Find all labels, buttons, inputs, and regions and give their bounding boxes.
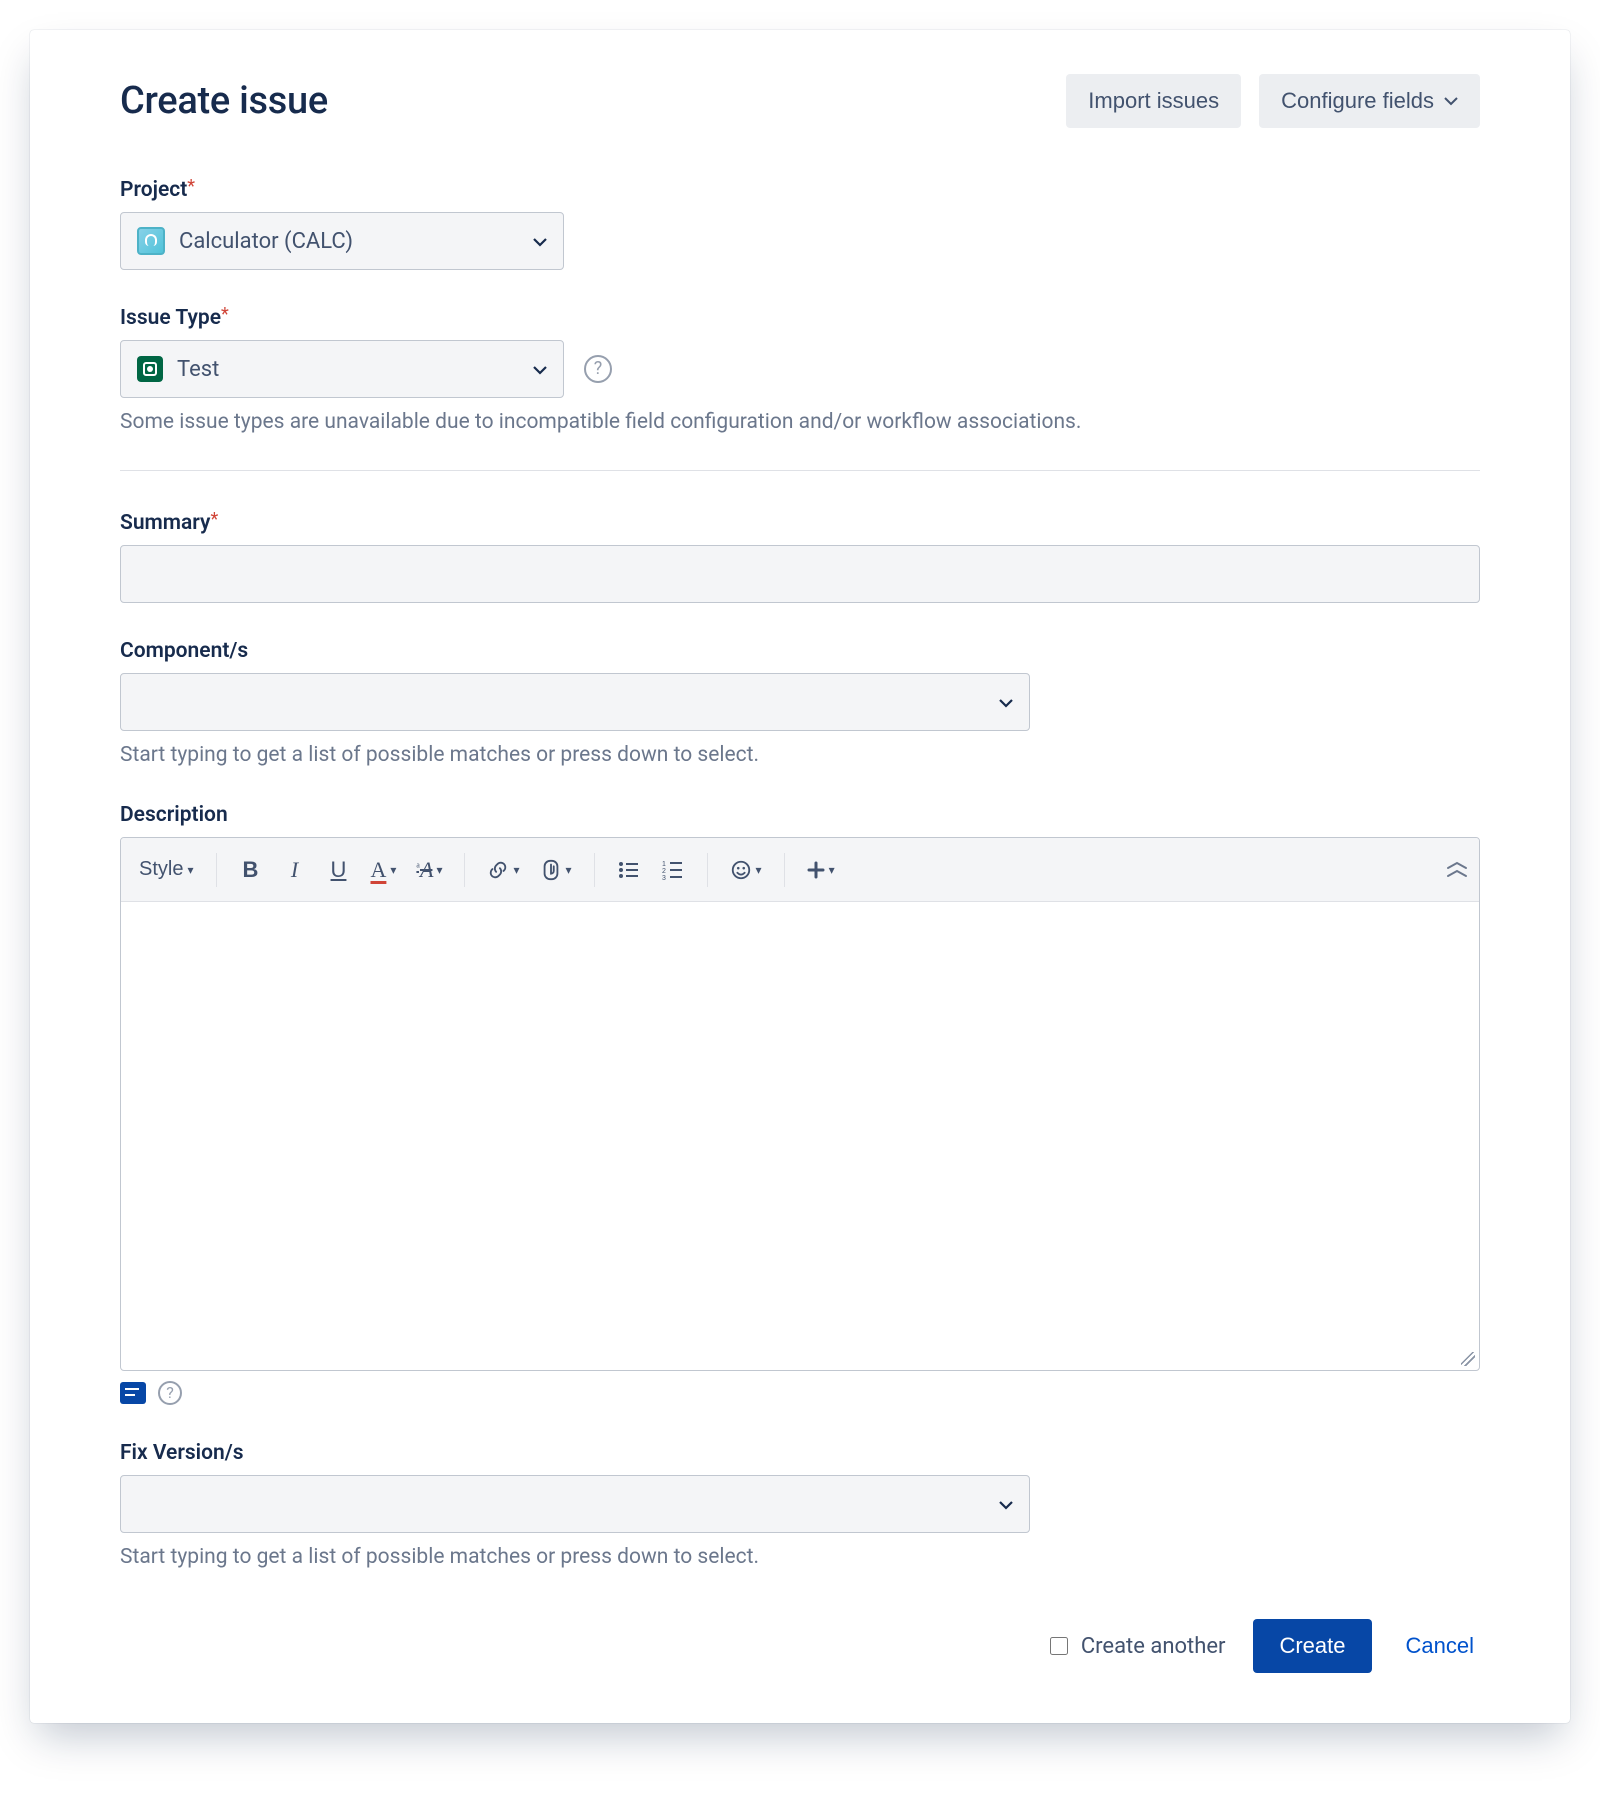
configure-fields-button[interactable]: Configure fields (1259, 74, 1480, 128)
chevron-down-icon (999, 1494, 1013, 1515)
import-issues-label: Import issues (1088, 88, 1219, 114)
separator (464, 853, 465, 887)
description-input[interactable] (121, 902, 1479, 1352)
required-indicator: * (187, 176, 195, 197)
project-field: Project* Calculator (CALC) (120, 178, 1480, 270)
plus-icon (807, 861, 825, 879)
chevron-down-icon (999, 692, 1013, 713)
components-label: Component/s (120, 639, 1480, 663)
rte-style-dropdown[interactable]: Style ▾ (131, 850, 202, 890)
emoji-icon (730, 859, 752, 881)
configure-fields-label: Configure fields (1281, 88, 1434, 114)
create-button[interactable]: Create (1253, 1619, 1371, 1673)
project-avatar-icon (137, 227, 165, 255)
divider (120, 470, 1480, 471)
fix-versions-field: Fix Version/s Start typing to get a list… (120, 1441, 1480, 1569)
dialog-header: Create issue Import issues Configure fie… (120, 74, 1480, 128)
help-icon[interactable]: ? (158, 1381, 182, 1405)
rte-emoji-button[interactable]: ▾ (722, 850, 770, 890)
issue-type-field: Issue Type* Test ? Some issue types are … (120, 306, 1480, 434)
clear-formatting-icon: A (416, 857, 432, 883)
numbered-list-icon: 1 2 3 (662, 860, 684, 880)
rte-insert-more-button[interactable]: ▾ (799, 850, 843, 890)
separator (594, 853, 595, 887)
header-actions: Import issues Configure fields (1066, 74, 1480, 128)
summary-label: Summary* (120, 511, 1480, 535)
chevron-down-icon: ▾ (756, 863, 762, 877)
chevron-down-icon: ▾ (390, 863, 396, 877)
rte-bold-button[interactable]: B (231, 850, 271, 890)
issue-type-select[interactable]: Test (120, 340, 564, 398)
components-field: Component/s Start typing to get a list o… (120, 639, 1480, 767)
attachment-icon (540, 858, 562, 882)
issue-type-hint: Some issue types are unavailable due to … (120, 410, 1480, 434)
required-indicator: * (210, 509, 218, 530)
rte-underline-button[interactable]: U (319, 850, 359, 890)
rte-italic-button[interactable]: I (275, 850, 315, 890)
components-select[interactable] (120, 673, 1030, 731)
chevron-down-icon (533, 359, 547, 380)
project-select[interactable]: Calculator (CALC) (120, 212, 564, 270)
bullet-list-icon (618, 860, 640, 880)
svg-text:3: 3 (662, 875, 666, 882)
chevron-down-icon: ▾ (829, 863, 835, 877)
issue-type-label: Issue Type* (120, 306, 1480, 330)
separator (784, 853, 785, 887)
separator (216, 853, 217, 887)
test-issuetype-icon (137, 356, 163, 382)
link-icon (487, 859, 509, 881)
resize-handle[interactable] (121, 1356, 1479, 1370)
visual-mode-icon[interactable] (120, 1382, 146, 1404)
summary-input[interactable] (120, 545, 1480, 603)
description-field: Description Style ▾ B I (120, 803, 1480, 1405)
chevron-down-icon (1444, 93, 1458, 109)
fix-versions-select[interactable] (120, 1475, 1030, 1533)
project-label: Project* (120, 178, 1480, 202)
rte-link-button[interactable]: ▾ (479, 850, 527, 890)
chevron-down-icon: ▾ (566, 863, 572, 877)
summary-field: Summary* (120, 511, 1480, 603)
chevron-down-icon (533, 231, 547, 252)
fix-versions-hint: Start typing to get a list of possible m… (120, 1545, 1480, 1569)
rich-text-editor: Style ▾ B I U A ▾ (120, 837, 1480, 1371)
description-label: Description (120, 803, 1480, 827)
rte-numbered-list-button[interactable]: 1 2 3 (653, 850, 693, 890)
rte-toolbar: Style ▾ B I U A ▾ (121, 838, 1479, 902)
chevron-down-icon: ▾ (187, 863, 193, 877)
svg-text:2: 2 (662, 868, 666, 875)
dialog-title: Create issue (120, 79, 328, 123)
help-icon[interactable]: ? (584, 355, 612, 383)
rte-clear-formatting-button[interactable]: A ▾ (408, 850, 450, 890)
separator (707, 853, 708, 887)
import-issues-button[interactable]: Import issues (1066, 74, 1241, 128)
rte-bullet-list-button[interactable] (609, 850, 649, 890)
create-another-label: Create another (1081, 1634, 1226, 1659)
svg-text:1: 1 (662, 861, 666, 868)
rte-collapse-toolbar-button[interactable] (1445, 861, 1469, 879)
cancel-button[interactable]: Cancel (1400, 1619, 1480, 1673)
dialog-footer: Create another Create Cancel (120, 1619, 1480, 1673)
rte-text-color-button[interactable]: A ▾ (363, 850, 405, 890)
rte-attachment-button[interactable]: ▾ (532, 850, 580, 890)
text-color-icon: A (371, 857, 387, 883)
create-issue-dialog: Create issue Import issues Configure fie… (30, 30, 1570, 1723)
components-hint: Start typing to get a list of possible m… (120, 743, 1480, 767)
fix-versions-label: Fix Version/s (120, 1441, 1480, 1465)
issue-type-value: Test (177, 357, 219, 382)
chevron-down-icon: ▾ (436, 863, 442, 877)
project-value: Calculator (CALC) (179, 229, 353, 254)
create-another-input[interactable] (1050, 1637, 1068, 1655)
create-another-checkbox[interactable]: Create another (1046, 1634, 1226, 1659)
chevron-down-icon: ▾ (513, 863, 519, 877)
required-indicator: * (221, 304, 229, 325)
